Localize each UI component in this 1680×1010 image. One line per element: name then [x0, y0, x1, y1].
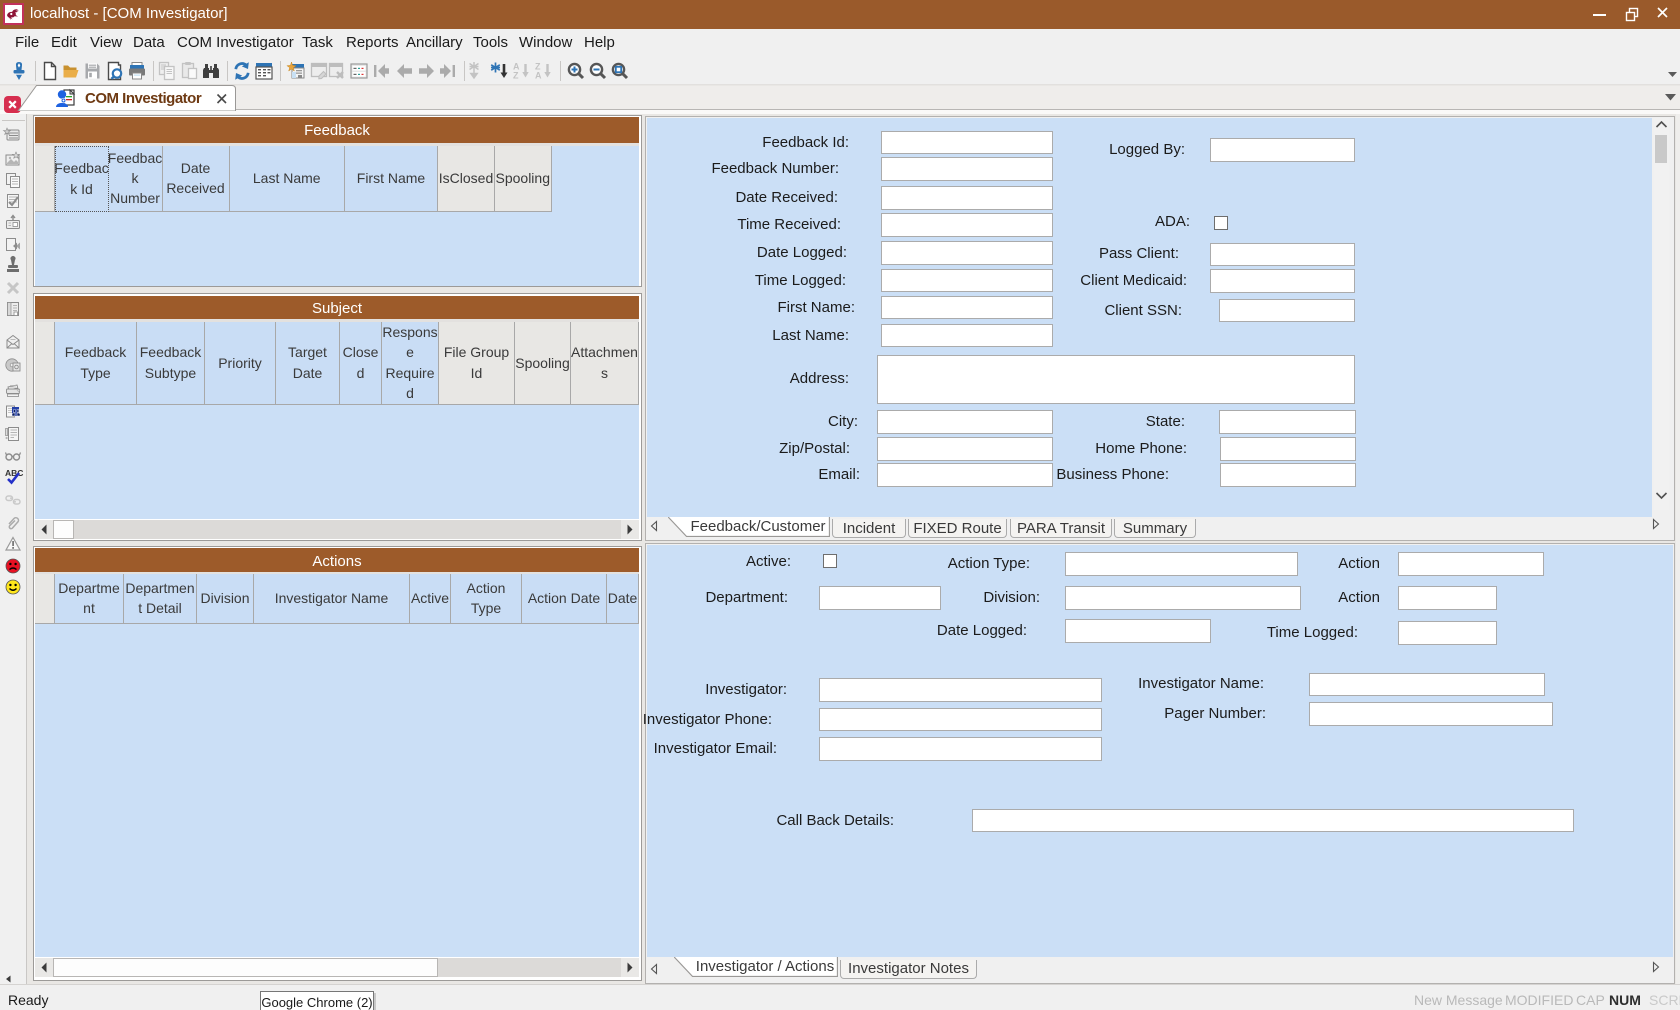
svg-text:A: A	[535, 71, 542, 81]
svg-text:Z: Z	[513, 71, 519, 81]
svg-text:ABC: ABC	[5, 468, 23, 478]
